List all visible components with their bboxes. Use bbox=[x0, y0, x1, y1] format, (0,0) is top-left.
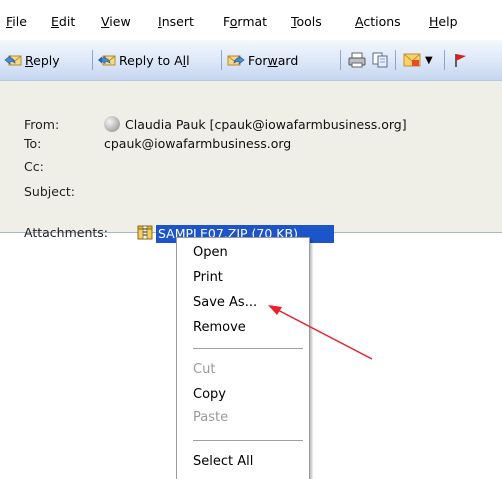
zip-file-icon bbox=[136, 223, 154, 241]
context-menu-copy[interactable]: Copy bbox=[193, 387, 226, 402]
dropdown-arrow-icon[interactable]: ▼ bbox=[425, 55, 433, 66]
toolbar-separator bbox=[395, 50, 396, 70]
to-value[interactable]: cpauk@iowafarmbusiness.org bbox=[104, 136, 291, 151]
menu-edit[interactable]: Edit bbox=[51, 14, 75, 29]
context-menu-open[interactable]: Open bbox=[193, 245, 228, 260]
toolbar-separator bbox=[444, 50, 445, 70]
context-menu-cut: Cut bbox=[193, 362, 216, 377]
from-label: From: bbox=[24, 117, 60, 132]
print-button[interactable] bbox=[348, 51, 369, 69]
context-menu-select-all[interactable]: Select All bbox=[193, 454, 253, 469]
subject-label: Subject: bbox=[24, 184, 75, 199]
reply-all-icon bbox=[98, 52, 116, 68]
printer-icon bbox=[348, 52, 366, 68]
context-menu-print[interactable]: Print bbox=[193, 270, 223, 285]
menu-view[interactable]: View bbox=[101, 14, 131, 29]
context-menu-save-as[interactable]: Save As... bbox=[193, 295, 257, 310]
menu-tools[interactable]: Tools bbox=[291, 14, 322, 29]
to-label: To: bbox=[24, 136, 42, 151]
menu-bar: File Edit View Insert Format Tools Actio… bbox=[0, 0, 502, 40]
copy-icon bbox=[371, 52, 389, 68]
menu-format[interactable]: Format bbox=[223, 14, 267, 29]
toolbar-separator bbox=[221, 50, 222, 70]
mail-flag-icon bbox=[403, 52, 421, 68]
reply-icon bbox=[4, 52, 22, 68]
reply-button[interactable]: Reply bbox=[4, 51, 60, 69]
from-value[interactable]: Claudia Pauk [cpauk@iowafarmbusiness.org… bbox=[125, 117, 407, 132]
menu-actions[interactable]: Actions bbox=[355, 14, 401, 29]
cc-label: Cc: bbox=[24, 159, 44, 174]
context-menu-paste: Paste bbox=[193, 410, 229, 425]
message-header: From: Claudia Pauk [cpauk@iowafarmbusine… bbox=[0, 81, 502, 240]
flag-mail-button[interactable]: ▼ bbox=[403, 51, 433, 69]
menu-insert[interactable]: Insert bbox=[158, 14, 194, 29]
forward-button[interactable]: Forward bbox=[227, 51, 298, 69]
attachments-label: Attachments: bbox=[24, 225, 109, 240]
flag-icon bbox=[452, 52, 470, 68]
presence-status-icon bbox=[104, 116, 120, 132]
menu-divider bbox=[193, 440, 303, 442]
toolbar-separator bbox=[340, 50, 341, 70]
toolbar-separator bbox=[92, 50, 93, 70]
toolbar: Reply Reply to All Forward ▼ bbox=[0, 40, 502, 81]
reply-all-button[interactable]: Reply to All bbox=[98, 51, 190, 69]
context-menu-remove[interactable]: Remove bbox=[193, 320, 246, 335]
copy-button[interactable] bbox=[371, 51, 392, 69]
annotation-arrow-icon bbox=[268, 305, 373, 360]
follow-up-flag-button[interactable] bbox=[452, 51, 473, 69]
menu-help[interactable]: Help bbox=[429, 14, 502, 29]
menu-file[interactable]: File bbox=[6, 14, 27, 29]
forward-icon bbox=[227, 52, 245, 68]
